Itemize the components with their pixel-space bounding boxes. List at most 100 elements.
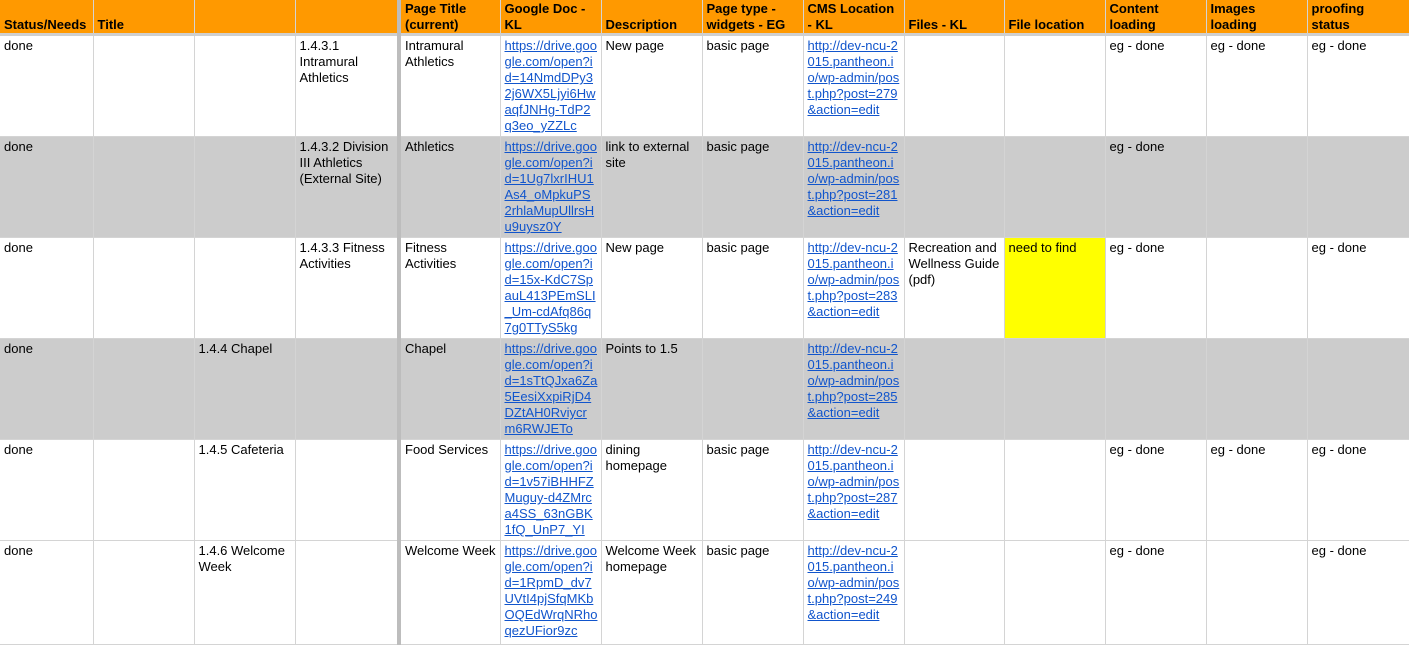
cell-cms-location[interactable]: http://dev-ncu-2015.pantheon.io/wp-admin… [803,237,905,339]
google-doc-link[interactable]: https://drive.google.com/open?id=1RpmD_d… [505,543,598,638]
cell-title[interactable] [93,439,195,541]
cell-proofing-status[interactable] [1307,136,1409,238]
cms-location-link[interactable]: http://dev-ncu-2015.pantheon.io/wp-admin… [808,543,900,622]
cms-location-link[interactable]: http://dev-ncu-2015.pantheon.io/wp-admin… [808,139,900,218]
cell-images-loading[interactable] [1206,338,1308,440]
cell-status[interactable]: done [0,338,94,440]
cell-col3[interactable] [194,136,296,238]
cell-col3[interactable]: 1.4.6 Welcome Week [194,540,296,645]
cell-content-loading[interactable] [1105,338,1207,440]
cell-images-loading[interactable]: eg - done [1206,34,1308,137]
cell-google-doc[interactable]: https://drive.google.com/open?id=15x-KdC… [500,237,602,339]
cell-files[interactable] [904,338,1005,440]
cell-description[interactable]: New page [601,237,703,339]
cell-page-title[interactable]: Intramural Athletics [399,34,501,137]
cell-page-type[interactable]: basic page [702,34,804,137]
cell-cms-location[interactable]: http://dev-ncu-2015.pantheon.io/wp-admin… [803,34,905,137]
cell-description[interactable]: link to external site [601,136,703,238]
cell-files[interactable] [904,540,1005,645]
header-cell-status[interactable]: Status/Needs [0,0,94,36]
cell-page-title[interactable]: Chapel [399,338,501,440]
google-doc-link[interactable]: https://drive.google.com/open?id=1sTtQJx… [505,341,598,436]
cell-google-doc[interactable]: https://drive.google.com/open?id=1Ug7lxr… [500,136,602,238]
cell-col4[interactable]: 1.4.3.3 Fitness Activities [295,237,401,339]
header-cell-files[interactable]: Files - KL [904,0,1005,36]
cms-location-link[interactable]: http://dev-ncu-2015.pantheon.io/wp-admin… [808,240,900,319]
cell-file-location[interactable] [1004,540,1106,645]
cell-google-doc[interactable]: https://drive.google.com/open?id=14NmdDP… [500,34,602,137]
cell-description[interactable]: Points to 1.5 [601,338,703,440]
cell-status[interactable]: done [0,540,94,645]
cell-images-loading[interactable] [1206,136,1308,238]
cell-images-loading[interactable] [1206,540,1308,645]
google-doc-link[interactable]: https://drive.google.com/open?id=1v57iBH… [505,442,598,537]
cell-title[interactable] [93,34,195,137]
cell-page-type[interactable]: basic page [702,439,804,541]
cell-status[interactable]: done [0,439,94,541]
cell-images-loading[interactable] [1206,237,1308,339]
header-cell-page-title[interactable]: Page Title (current) [399,0,501,36]
cell-col3[interactable]: 1.4.4 Chapel [194,338,296,440]
cell-proofing-status[interactable]: eg - done [1307,540,1409,645]
cell-file-location[interactable] [1004,439,1106,541]
cell-page-type[interactable] [702,338,804,440]
header-cell-col3[interactable] [194,0,296,36]
header-cell-page-type[interactable]: Page type - widgets - EG [702,0,804,36]
cell-file-location[interactable] [1004,338,1106,440]
cell-content-loading[interactable]: eg - done [1105,34,1207,137]
cell-file-location[interactable]: need to find [1004,237,1106,339]
cell-page-title[interactable]: Athletics [399,136,501,238]
cell-page-type[interactable]: basic page [702,237,804,339]
cell-content-loading[interactable]: eg - done [1105,136,1207,238]
cell-page-title[interactable]: Welcome Week [399,540,501,645]
cell-col4[interactable] [295,338,401,440]
cell-title[interactable] [93,338,195,440]
cell-col4[interactable]: 1.4.3.1 Intramural Athletics [295,34,401,137]
cell-status[interactable]: done [0,136,94,238]
cell-col4[interactable] [295,540,401,645]
cell-cms-location[interactable]: http://dev-ncu-2015.pantheon.io/wp-admin… [803,439,905,541]
header-cell-title[interactable]: Title [93,0,195,36]
cell-cms-location[interactable]: http://dev-ncu-2015.pantheon.io/wp-admin… [803,338,905,440]
header-cell-description[interactable]: Description [601,0,703,36]
google-doc-link[interactable]: https://drive.google.com/open?id=1Ug7lxr… [505,139,598,234]
cell-file-location[interactable] [1004,34,1106,137]
cell-col4[interactable]: 1.4.3.2 Division III Athletics (External… [295,136,401,238]
cell-files[interactable] [904,136,1005,238]
header-cell-content-loading[interactable]: Content loading [1105,0,1207,36]
cell-cms-location[interactable]: http://dev-ncu-2015.pantheon.io/wp-admin… [803,136,905,238]
header-cell-images-loading[interactable]: Images loading [1206,0,1308,36]
cell-status[interactable]: done [0,34,94,137]
cell-page-type[interactable]: basic page [702,540,804,645]
cell-title[interactable] [93,136,195,238]
cell-col4[interactable] [295,439,401,541]
header-cell-file-location[interactable]: File location [1004,0,1106,36]
cell-page-type[interactable]: basic page [702,136,804,238]
google-doc-link[interactable]: https://drive.google.com/open?id=14NmdDP… [505,38,598,133]
cell-file-location[interactable] [1004,136,1106,238]
cell-description[interactable]: dining homepage [601,439,703,541]
cell-proofing-status[interactable] [1307,338,1409,440]
cell-content-loading[interactable]: eg - done [1105,237,1207,339]
cell-files[interactable]: Recreation and Wellness Guide (pdf) [904,237,1005,339]
cell-content-loading[interactable]: eg - done [1105,439,1207,541]
cell-col3[interactable] [194,237,296,339]
cell-google-doc[interactable]: https://drive.google.com/open?id=1v57iBH… [500,439,602,541]
cell-cms-location[interactable]: http://dev-ncu-2015.pantheon.io/wp-admin… [803,540,905,645]
cell-page-title[interactable]: Food Services [399,439,501,541]
cell-description[interactable]: New page [601,34,703,137]
cms-location-link[interactable]: http://dev-ncu-2015.pantheon.io/wp-admin… [808,442,900,521]
cell-col3[interactable]: 1.4.5 Cafeteria [194,439,296,541]
cell-col3[interactable] [194,34,296,137]
cell-page-title[interactable]: Fitness Activities [399,237,501,339]
header-cell-google-doc[interactable]: Google Doc - KL [500,0,602,36]
cell-images-loading[interactable]: eg - done [1206,439,1308,541]
cell-description[interactable]: Welcome Week homepage [601,540,703,645]
cell-content-loading[interactable]: eg - done [1105,540,1207,645]
cms-location-link[interactable]: http://dev-ncu-2015.pantheon.io/wp-admin… [808,341,900,420]
cell-proofing-status[interactable]: eg - done [1307,439,1409,541]
header-cell-proofing-status[interactable]: proofing status [1307,0,1409,36]
cell-title[interactable] [93,540,195,645]
cell-files[interactable] [904,34,1005,137]
cell-proofing-status[interactable]: eg - done [1307,34,1409,137]
